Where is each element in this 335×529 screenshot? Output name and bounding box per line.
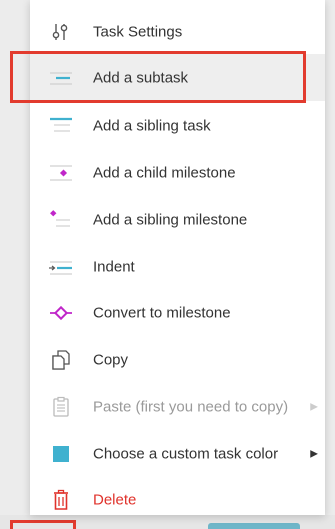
menu-item-label: Add a sibling milestone	[93, 211, 248, 228]
submenu-arrow-icon: ▶	[310, 401, 318, 412]
copy-icon	[48, 348, 74, 372]
menu-item-label: Choose a custom task color	[93, 445, 279, 462]
sliders-icon	[48, 20, 74, 44]
task-context-menu: Task Settings Add a subtask Add a siblin…	[30, 0, 325, 515]
menu-item-add-child-milestone[interactable]: Add a child milestone	[30, 149, 325, 196]
menu-item-add-sibling-task[interactable]: Add a sibling task	[30, 102, 325, 149]
diamond-icon	[48, 301, 74, 325]
menu-item-indent[interactable]: Indent	[30, 243, 325, 290]
sibling-milestone-icon	[48, 208, 74, 232]
subtask-icon	[48, 66, 74, 90]
child-milestone-icon	[48, 161, 74, 185]
menu-item-label: Convert to milestone	[93, 304, 231, 321]
menu-item-label: Task Settings	[93, 23, 183, 40]
menu-item-label: Add a subtask	[93, 69, 189, 86]
menu-item-convert-to-milestone[interactable]: Convert to milestone	[30, 289, 325, 336]
menu-item-add-subtask[interactable]: Add a subtask	[30, 54, 325, 101]
menu-item-add-sibling-milestone[interactable]: Add a sibling milestone	[30, 196, 325, 243]
background-bottom-tab	[208, 523, 300, 529]
menu-item-delete[interactable]: Delete	[30, 476, 325, 523]
indent-icon	[48, 255, 74, 279]
menu-item-label: Indent	[93, 258, 135, 275]
menu-item-label: Add a child milestone	[93, 164, 236, 181]
menu-item-paste[interactable]: Paste (first you need to copy) ▶	[30, 383, 325, 430]
menu-item-label: Copy	[93, 351, 129, 368]
menu-item-custom-task-color[interactable]: Choose a custom task color ▶	[30, 430, 325, 477]
menu-item-label: Delete	[93, 491, 137, 508]
menu-item-task-settings[interactable]: Task Settings	[30, 8, 325, 55]
background-left	[0, 0, 30, 529]
trash-icon	[48, 488, 74, 512]
submenu-arrow-icon: ▶	[310, 448, 318, 459]
sibling-task-icon	[48, 114, 74, 138]
page: Task Settings Add a subtask Add a siblin…	[0, 0, 335, 529]
color-swatch-icon	[48, 442, 74, 466]
background-right	[325, 0, 335, 529]
menu-item-label: Paste (first you need to copy)	[93, 398, 289, 415]
paste-icon	[48, 395, 74, 419]
menu-item-label: Add a sibling task	[93, 117, 211, 134]
menu-item-copy[interactable]: Copy	[30, 336, 325, 383]
